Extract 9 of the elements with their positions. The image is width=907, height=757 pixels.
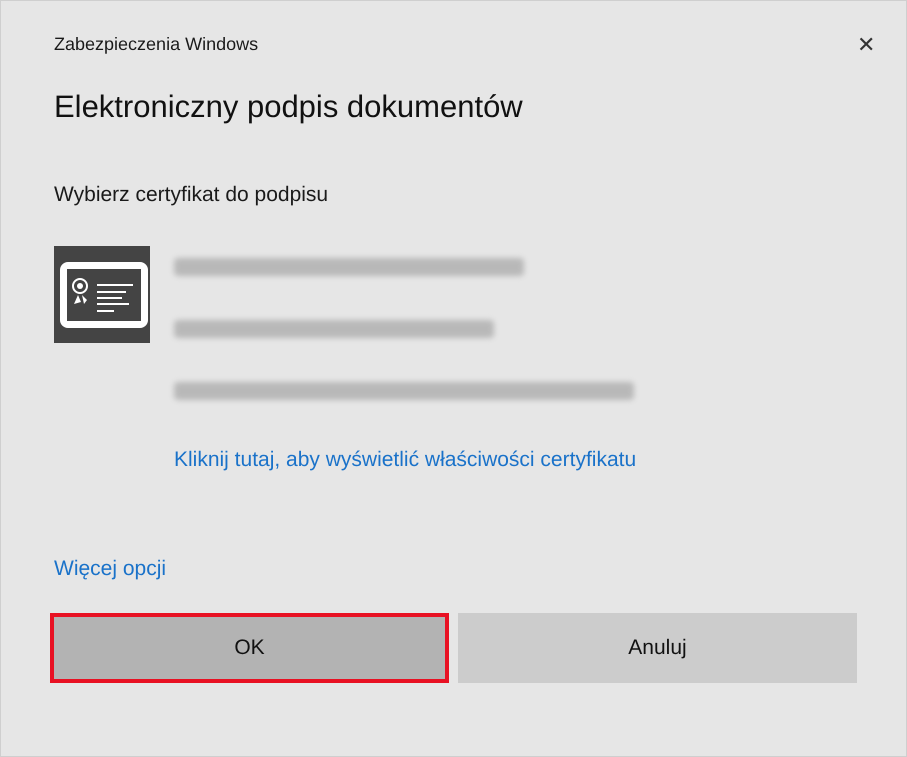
more-options-link[interactable]: Więcej opcji bbox=[54, 553, 853, 585]
dialog-heading: Elektroniczny podpis dokumentów bbox=[54, 88, 524, 126]
window-title: Zabezpieczenia Windows bbox=[54, 33, 258, 56]
certificate-icon bbox=[54, 246, 150, 344]
close-button[interactable]: ✕ bbox=[849, 34, 883, 56]
certificate-properties-link[interactable]: Kliknij tutaj, aby wyświetlić właściwości certyfikatu bbox=[174, 442, 674, 478]
dialog-button[interactable]: Anuluj bbox=[458, 612, 857, 683]
dialog-button[interactable]: OK bbox=[50, 612, 449, 683]
prompt-text: Wybierz certyfikat do podpisu bbox=[54, 182, 330, 208]
